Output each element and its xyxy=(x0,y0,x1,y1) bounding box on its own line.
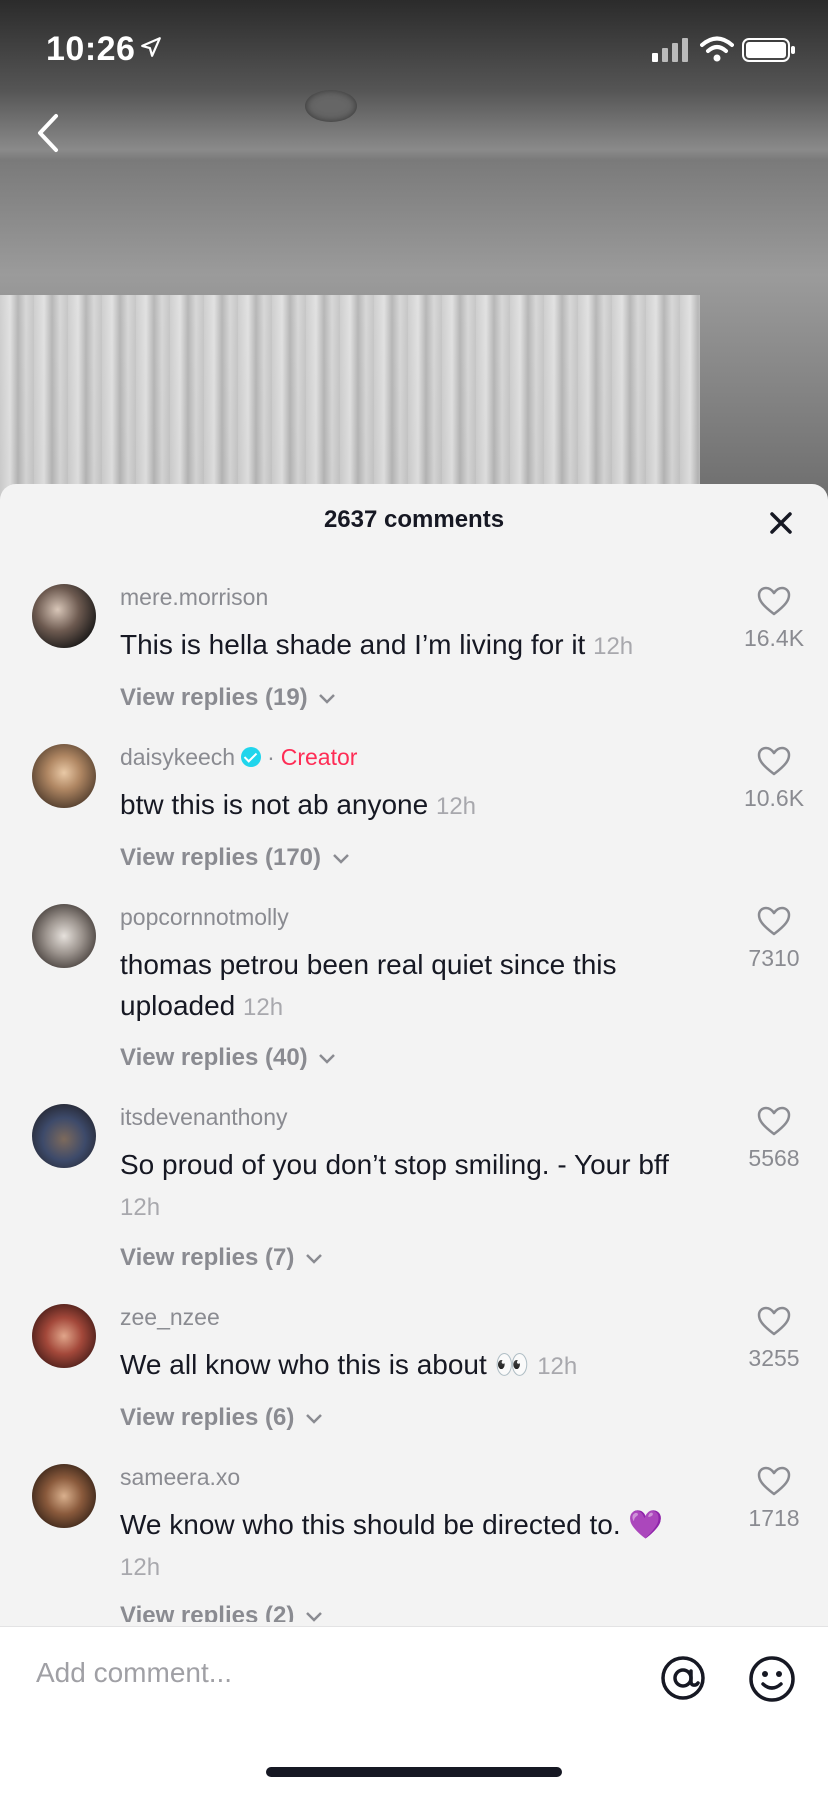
comment-text: thomas petrou been real quiet since this… xyxy=(120,944,710,1028)
like-count: 1718 xyxy=(748,1505,800,1531)
comment-body: We know who this should be directed to. … xyxy=(120,1509,664,1540)
chevron-down-icon xyxy=(306,1611,322,1622)
comment-timestamp: 12h xyxy=(593,633,634,660)
wifi-icon xyxy=(700,36,734,62)
chevron-down-icon xyxy=(306,1413,322,1424)
like-button[interactable]: 10.6K xyxy=(734,746,814,812)
view-replies-label: View replies (170) xyxy=(120,844,321,871)
like-button[interactable]: 5568 xyxy=(734,1106,814,1172)
like-count: 16.4K xyxy=(743,625,805,651)
avatar[interactable] xyxy=(32,904,96,968)
comment-input-bar: Add comment... xyxy=(0,1626,828,1793)
heart-icon xyxy=(757,906,791,936)
view-replies-button[interactable]: View replies (7) xyxy=(120,1244,323,1272)
like-button[interactable]: 16.4K xyxy=(734,586,814,652)
view-replies-label: View replies (40) xyxy=(120,1044,308,1071)
comment-body: We all know who this is about 👀 xyxy=(120,1349,530,1380)
comment-username[interactable]: zee_nzee xyxy=(120,1304,220,1331)
avatar[interactable] xyxy=(32,1304,96,1368)
like-button[interactable]: 3255 xyxy=(734,1306,814,1372)
heart-icon xyxy=(757,1306,791,1336)
comment-username[interactable]: sameera.xo xyxy=(120,1464,240,1491)
chevron-down-icon xyxy=(319,693,336,704)
avatar[interactable] xyxy=(32,1464,96,1528)
comment-body: This is hella shade and I’m living for i… xyxy=(120,629,586,660)
comment-username[interactable]: daisykeech xyxy=(120,744,235,770)
back-chevron-icon[interactable] xyxy=(30,110,70,156)
view-replies-label: View replies (2) xyxy=(120,1602,295,1622)
view-replies-label: View replies (6) xyxy=(120,1404,295,1431)
comment-timestamp: 12h xyxy=(435,793,477,820)
like-count: 3255 xyxy=(748,1345,800,1371)
comment-timestamp: 12h xyxy=(120,1554,161,1581)
view-replies-label: View replies (7) xyxy=(120,1244,295,1271)
comment-text: We know who this should be directed to. … xyxy=(120,1504,710,1588)
avatar[interactable] xyxy=(32,584,96,648)
comment-input[interactable]: Add comment... xyxy=(36,1657,232,1689)
comment-timestamp: 12h xyxy=(243,994,284,1021)
view-replies-button[interactable]: View replies (6) xyxy=(120,1404,323,1432)
comment-text: This is hella shade and I’m living for i… xyxy=(120,624,710,667)
comment-text: btw this is not ab anyone 12h xyxy=(120,784,710,827)
heart-icon xyxy=(757,1106,791,1136)
creator-badge: Creator xyxy=(280,744,358,770)
chevron-down-icon xyxy=(319,1053,336,1064)
view-replies-button[interactable]: View replies (2) xyxy=(120,1602,323,1622)
curtains xyxy=(0,295,700,500)
comment-timestamp: 12h xyxy=(120,1194,161,1221)
view-replies-label: View replies (19) xyxy=(120,684,308,711)
heart-icon xyxy=(757,746,791,776)
close-icon[interactable] xyxy=(764,506,798,540)
heart-icon xyxy=(757,586,791,616)
view-replies-button[interactable]: View replies (170) xyxy=(120,844,350,872)
comment-timestamp: 12h xyxy=(537,1353,578,1380)
comment-text: So proud of you don’t stop smiling. - Yo… xyxy=(120,1144,710,1228)
heart-icon xyxy=(757,1466,791,1496)
home-indicator xyxy=(266,1767,562,1777)
avatar[interactable] xyxy=(32,744,96,808)
view-replies-button[interactable]: View replies (19) xyxy=(120,684,336,712)
comment-body: thomas petrou been real quiet since this… xyxy=(120,949,617,1021)
separator-dot: · xyxy=(267,744,275,770)
comment-body: So proud of you don’t stop smiling. - Yo… xyxy=(120,1149,669,1180)
like-count: 7310 xyxy=(748,945,800,971)
emoji-icon[interactable] xyxy=(748,1655,796,1703)
status-time: 10:26 xyxy=(46,30,136,68)
chevron-down-icon xyxy=(332,853,349,864)
comments-sheet: 2637 comments mere.morrison This is hell… xyxy=(0,484,828,1792)
avatar[interactable] xyxy=(32,1104,96,1168)
at-sign-icon[interactable] xyxy=(660,1655,706,1701)
comment-username[interactable]: popcornnotmolly xyxy=(120,904,289,931)
view-replies-button[interactable]: View replies (40) xyxy=(120,1044,336,1072)
location-arrow-icon xyxy=(141,37,161,57)
comment-username[interactable]: mere.morrison xyxy=(120,584,268,611)
like-count: 10.6K xyxy=(743,785,805,811)
comment-username[interactable]: itsdevenanthony xyxy=(120,1104,288,1131)
battery-icon xyxy=(742,38,795,62)
cellular-signal-icon xyxy=(652,38,688,62)
verified-badge-icon xyxy=(241,746,262,767)
comment-username-row: daisykeech · Creator xyxy=(120,744,357,771)
status-bar: 10:26 xyxy=(0,0,828,100)
chevron-down-icon xyxy=(306,1253,322,1264)
comment-text: We all know who this is about 👀 12h xyxy=(120,1344,710,1387)
like-button[interactable]: 1718 xyxy=(734,1466,814,1532)
like-button[interactable]: 7310 xyxy=(734,906,814,972)
comment-body: btw this is not ab anyone xyxy=(120,789,429,820)
like-count: 5568 xyxy=(748,1145,800,1171)
comments-count-title: 2637 comments xyxy=(323,506,505,533)
